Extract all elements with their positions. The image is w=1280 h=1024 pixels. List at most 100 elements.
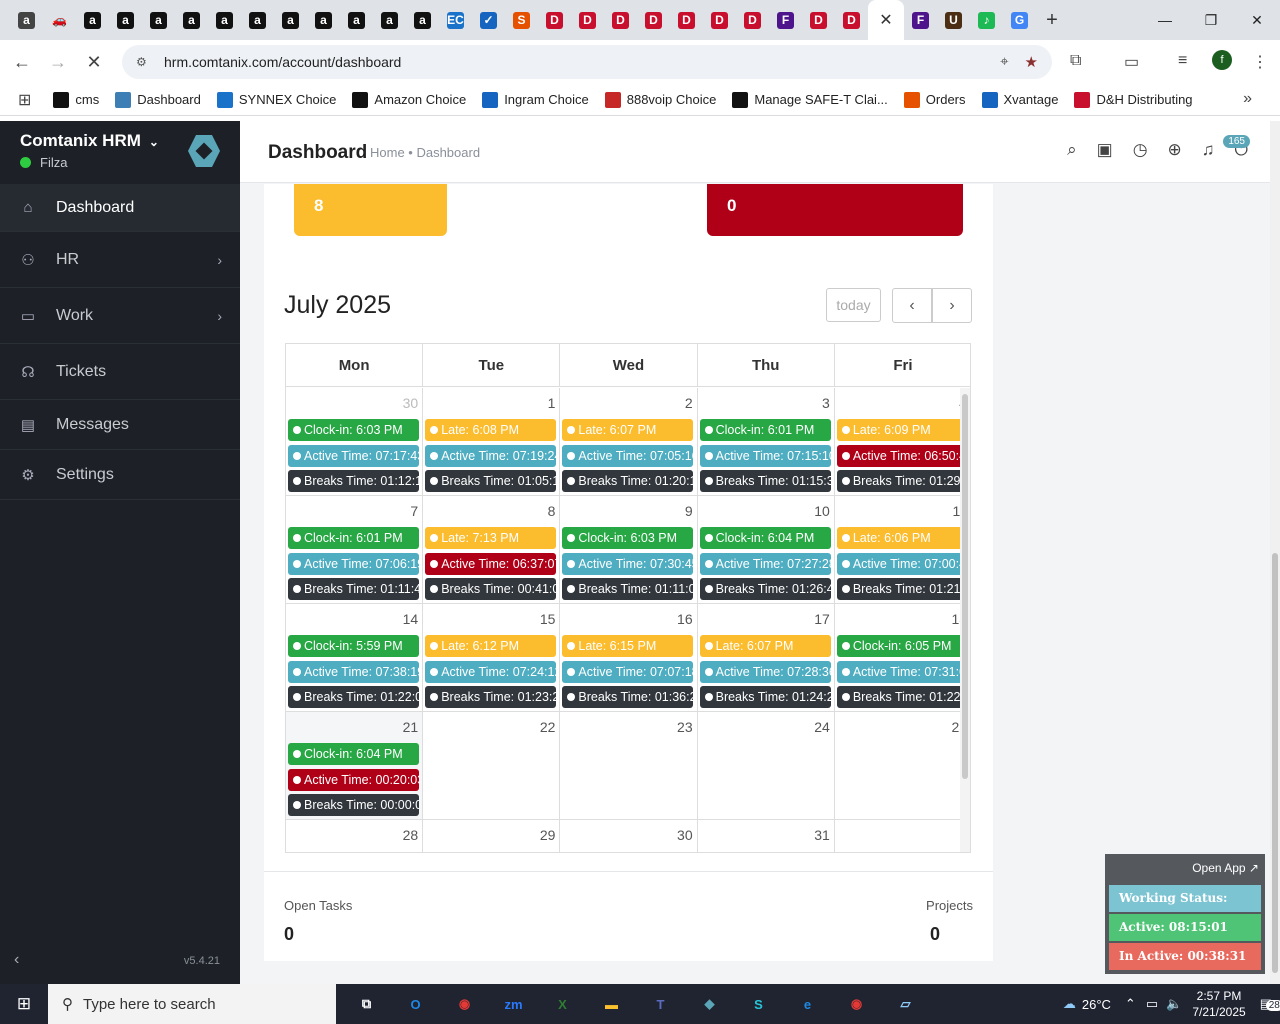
chrome-icon[interactable]: ◉ (440, 984, 489, 1024)
browser-tab[interactable]: a (142, 0, 175, 40)
taskbar-search[interactable]: ⚲ Type here to search (48, 984, 336, 1024)
breadcrumb[interactable]: Home • Dashboard (370, 145, 480, 160)
calendar-day-cell[interactable]: 30 Clock-in: 6:03 PM Active Time: 07:17:43… (286, 388, 424, 495)
calendar-event[interactable]: Clock-in: 6:01 PM (699, 419, 831, 441)
sidebar-item-messages[interactable]: ▤ Messages (0, 400, 240, 450)
calendar-day-cell[interactable]: 15 Late: 6:12 PM Active Time: 07:24:12 Brea… (423, 604, 561, 711)
calendar-event[interactable]: Breaks Time: 01:12:15 (288, 470, 419, 492)
extensions-icon[interactable]: ⧉ (1070, 52, 1081, 70)
s-app-icon[interactable]: S (734, 984, 783, 1024)
bookmark-item[interactable]: 888voip Choice (604, 91, 716, 108)
location-icon[interactable]: ⌖ (1000, 53, 1008, 71)
calendar-day-cell[interactable]: 8 Late: 7:13 PM Active Time: 06:37:07 Break… (423, 496, 561, 603)
day-number[interactable]: 9 (685, 503, 693, 519)
browser-tab[interactable]: U (937, 0, 970, 40)
browser-tab[interactable]: a (307, 0, 340, 40)
calendar-event[interactable]: Active Time: 07:15:10 (699, 444, 831, 467)
active-tab[interactable]: ✕ (868, 0, 904, 40)
browser-tab[interactable]: 🚗 (43, 0, 76, 40)
calendar-day-cell[interactable]: 7 Clock-in: 6:01 PM Active Time: 07:06:19 B… (286, 496, 424, 603)
more-bookmarks-icon[interactable]: » (1243, 90, 1252, 108)
calendar-event[interactable]: Breaks Time: 01:15:31 (699, 470, 831, 492)
day-number[interactable]: 22 (540, 719, 556, 735)
browser-tab[interactable]: a (340, 0, 373, 40)
edge-icon[interactable]: e (783, 984, 832, 1024)
browser-menu-icon[interactable]: ⋮ (1252, 52, 1268, 72)
bookmark-item[interactable]: cms (53, 91, 99, 108)
day-number[interactable]: 14 (403, 611, 419, 627)
browser-tab[interactable]: a (274, 0, 307, 40)
calendar-day-cell[interactable]: 9 Clock-in: 6:03 PM Active Time: 07:30:45 B… (560, 496, 698, 603)
file-explorer-icon[interactable]: ▬ (587, 984, 636, 1024)
calendar-event[interactable]: Breaks Time: 01:21:1 (836, 578, 968, 600)
calendar-event[interactable]: Breaks Time: 00:00:00 (288, 794, 419, 816)
calendar-day-cell[interactable]: 25 (835, 712, 970, 819)
browser-tab[interactable]: ✓ (472, 0, 505, 40)
restore-icon[interactable]: ❐ (1188, 0, 1234, 40)
calendar-event[interactable]: Clock-in: 6:01 PM (288, 527, 419, 549)
browser-tab[interactable]: a (10, 0, 43, 40)
notification-center-icon[interactable]: ▤28 (1260, 996, 1280, 1012)
chevron-down-icon[interactable]: ⌄ (149, 135, 159, 149)
calendar-event[interactable]: Active Time: 00:20:03 (288, 768, 419, 791)
calendar-event[interactable]: Clock-in: 6:05 PM (836, 635, 968, 657)
calendar-day-cell[interactable]: 4Late: 6:09 PMActive Time: 06:50:4Breaks… (835, 388, 970, 495)
close-window-icon[interactable]: ✕ (1234, 0, 1280, 40)
calendar-event[interactable]: Late: 6:12 PM (425, 635, 557, 657)
close-tab-icon[interactable]: ✕ (878, 12, 895, 29)
browser-tab[interactable]: a (241, 0, 274, 40)
calendar-day-cell[interactable]: 17 Late: 6:07 PM Active Time: 07:28:36 Brea… (698, 604, 835, 711)
new-tab-button[interactable]: + (1036, 0, 1068, 40)
browser-tab[interactable]: S (505, 0, 538, 40)
temperature[interactable]: 26°C (1082, 997, 1111, 1012)
day-number[interactable]: 7 (410, 503, 418, 519)
minimize-icon[interactable]: — (1142, 0, 1188, 40)
notes-icon[interactable]: ▣ (1097, 140, 1113, 160)
calendar-day-cell[interactable]: 30 (560, 820, 698, 852)
chrome-profile-icon[interactable]: ◉ (832, 984, 881, 1024)
sidebar-item-settings[interactable]: ⚙ Settings (0, 450, 240, 500)
calendar-event[interactable]: Active Time: 07:17:43 (288, 444, 419, 467)
stop-loading-icon[interactable]: ✕ (76, 44, 112, 80)
calendar-event[interactable]: Active Time: 07:27:28 (699, 552, 831, 575)
chevron-left-icon[interactable]: ‹ (892, 288, 932, 323)
excel-icon[interactable]: X (538, 984, 587, 1024)
calendar-event[interactable]: Active Time: 06:50:4 (836, 444, 968, 467)
url-input[interactable]: ⚙ hrm.comtanix.com/account/dashboard ⌖ ★ (122, 45, 1052, 79)
stat-card-absent[interactable]: 0 (707, 184, 963, 236)
volume-icon[interactable]: 🔈 (1166, 996, 1182, 1012)
browser-tab[interactable]: a (373, 0, 406, 40)
calendar-event[interactable]: Clock-in: 5:59 PM (288, 635, 419, 657)
day-number[interactable]: 24 (814, 719, 830, 735)
browser-tab[interactable]: a (109, 0, 142, 40)
network-icon[interactable]: ▭ (1146, 996, 1158, 1012)
calendar-day-cell[interactable]: 14 Clock-in: 5:59 PM Active Time: 07:38:19… (286, 604, 424, 711)
browser-tab[interactable]: a (76, 0, 109, 40)
calendar-day-cell[interactable]: 29 (423, 820, 561, 852)
day-number[interactable]: 30 (677, 827, 693, 843)
day-number[interactable]: 31 (814, 827, 830, 843)
calendar-event[interactable]: Active Time: 07:38:19 (288, 660, 419, 683)
search-icon[interactable]: ⌕ (1067, 140, 1077, 160)
calendar-event[interactable]: Breaks Time: 01:11:40 (288, 578, 419, 600)
day-number[interactable]: 21 (403, 719, 419, 735)
calendar-event[interactable]: Breaks Time: 01:36:27 (562, 686, 694, 708)
calendar-event[interactable]: Active Time: 07:19:24 (425, 444, 557, 467)
apps-grid-icon[interactable]: ⊞ (18, 90, 31, 110)
calendar-event[interactable]: Breaks Time: 01:11:00 (562, 578, 694, 600)
browser-tab[interactable]: F (769, 0, 802, 40)
back-icon[interactable]: ← (4, 44, 40, 80)
calendar-event[interactable]: Clock-in: 6:03 PM (562, 527, 694, 549)
day-number[interactable]: 28 (403, 827, 419, 843)
calendar-event[interactable]: Breaks Time: 01:22:2 (836, 686, 968, 708)
bookmark-item[interactable]: SYNNEX Choice (216, 91, 336, 108)
day-number[interactable]: 2 (685, 395, 693, 411)
bookmark-item[interactable]: D&H Distributing (1074, 91, 1193, 108)
windows-start-icon[interactable]: ⊞ (0, 984, 48, 1024)
browser-tab[interactable]: D (703, 0, 736, 40)
calendar-event[interactable]: Breaks Time: 00:41:02 (425, 578, 557, 600)
sidebar-item-dashboard[interactable]: ⌂ Dashboard (0, 184, 240, 232)
bookmark-item[interactable]: Amazon Choice (352, 91, 466, 108)
browser-tab[interactable]: ♪ (970, 0, 1003, 40)
hrm-app-icon[interactable]: ◆ (685, 984, 734, 1024)
